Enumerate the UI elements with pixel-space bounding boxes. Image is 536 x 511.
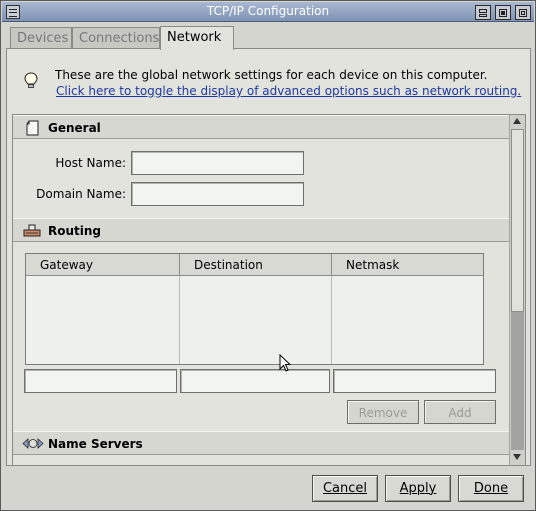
name-servers-section-title: Name Servers [48,437,143,451]
apply-button-label: Apply [399,481,437,496]
minimize-icon[interactable] [475,5,491,20]
routing-icon [23,224,41,237]
name-servers-section-header[interactable]: Name Servers [13,431,509,455]
tab-network[interactable]: Network [160,26,234,50]
gateway-field[interactable] [24,369,177,393]
general-section-header[interactable]: General [13,115,509,139]
domain-name-label: Domain Name: [36,187,126,201]
tab-connections[interactable]: Connections [72,27,160,49]
destination-field[interactable] [180,369,330,393]
scroll-down-icon[interactable] [513,454,521,460]
vertical-scrollbar[interactable] [509,115,525,465]
scrollbar-track[interactable] [511,312,524,450]
info-text: These are the global network settings fo… [55,68,488,82]
scroll-up-icon[interactable] [513,118,521,124]
destination-column [180,276,332,364]
document-icon [26,120,39,136]
settings-scroll-area[interactable]: General Host Name: Domain Name: Routing … [12,114,526,466]
close-icon[interactable] [515,5,531,20]
host-name-field[interactable] [131,151,304,175]
add-route-button[interactable]: Add [424,400,496,424]
routing-section-header[interactable]: Routing [13,218,509,242]
column-header-gateway[interactable]: Gateway [26,254,180,276]
host-name-label: Host Name: [55,156,126,170]
column-header-destination[interactable]: Destination [180,254,332,276]
tab-devices[interactable]: Devices [10,27,72,49]
netmask-field[interactable] [333,369,496,393]
gateway-column [26,276,180,364]
routing-section-title: Routing [48,224,102,238]
name-servers-icon [22,438,44,449]
routing-table[interactable]: Gateway Destination Netmask [25,253,484,365]
done-button-label: Done [473,481,509,496]
lightbulb-icon [24,72,38,88]
title-bar[interactable]: TCP/IP Configuration [2,2,534,22]
window-title: TCP/IP Configuration [206,4,330,18]
remove-route-button[interactable]: Remove [347,400,419,424]
scrollbar-thumb[interactable] [511,129,524,312]
general-section-title: General [48,121,101,135]
advanced-options-link[interactable]: Click here to toggle the display of adva… [56,84,521,98]
domain-name-field[interactable] [131,182,304,206]
maximize-icon[interactable] [495,5,511,20]
cancel-button[interactable]: Cancel [312,475,378,502]
cancel-button-label: Cancel [322,481,368,496]
apply-button[interactable]: Apply [385,475,451,502]
column-header-netmask[interactable]: Netmask [332,254,483,276]
mouse-pointer-icon [279,354,291,372]
done-button[interactable]: Done [458,475,524,502]
tcpip-configuration-window: TCP/IP Configuration Devices Connections… [0,0,536,511]
